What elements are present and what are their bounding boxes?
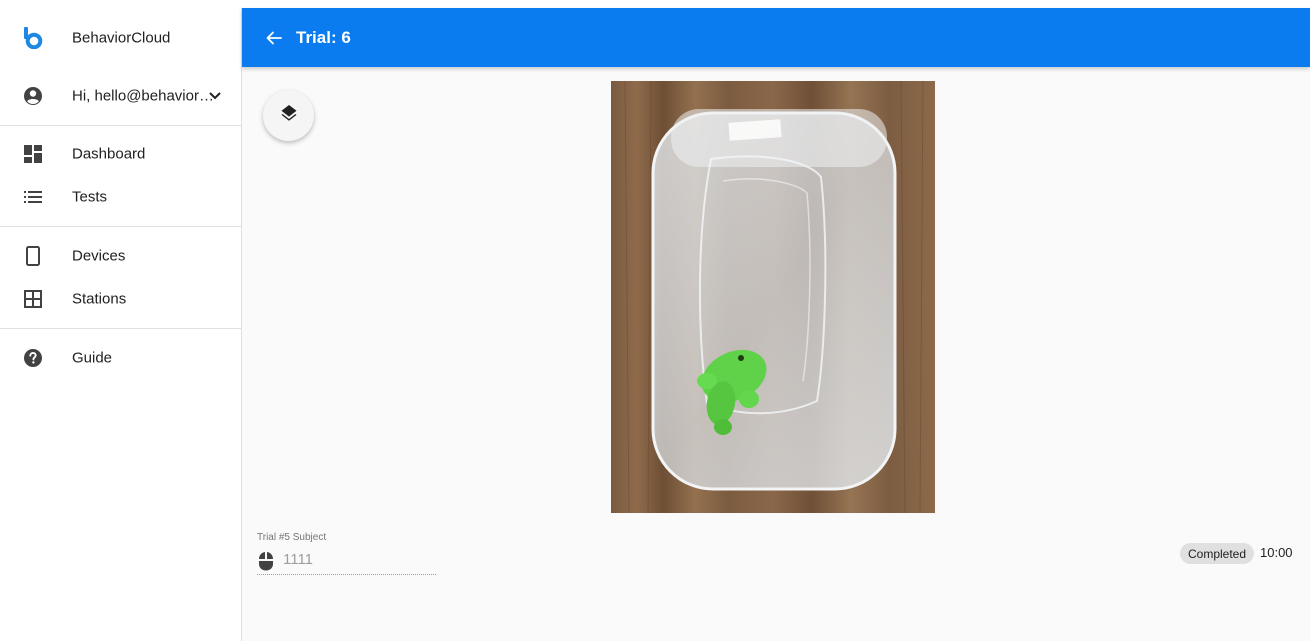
layers-button[interactable] bbox=[263, 90, 314, 141]
behaviorcloud-logo-icon bbox=[23, 27, 43, 49]
subject-field[interactable]: 1111 bbox=[257, 547, 436, 575]
sidebar-app-header[interactable]: BehaviorCloud bbox=[0, 16, 241, 60]
sidebar-divider bbox=[0, 125, 241, 126]
sidebar-item-label: Dashboard bbox=[72, 145, 146, 163]
help-icon bbox=[23, 348, 43, 368]
sidebar-item-tests[interactable]: Tests bbox=[0, 175, 241, 219]
sidebar-divider bbox=[0, 226, 241, 227]
sidebar-item-devices[interactable]: Devices bbox=[0, 234, 241, 278]
page-title: Trial: 6 bbox=[296, 27, 351, 47]
layers-icon bbox=[280, 104, 298, 127]
user-greeting: Hi, hello@behavior… bbox=[72, 87, 214, 105]
trial-duration: 10:00 bbox=[1260, 545, 1293, 560]
subject-field-label: Trial #5 Subject bbox=[257, 532, 327, 543]
dashboard-icon bbox=[23, 144, 43, 164]
window-top-strip bbox=[0, 0, 1310, 8]
back-arrow-icon[interactable] bbox=[262, 26, 286, 50]
sidebar-item-guide[interactable]: Guide bbox=[0, 336, 241, 380]
sidebar-divider bbox=[0, 328, 241, 329]
trial-video-frame[interactable] bbox=[611, 81, 935, 513]
sidebar-item-label: Devices bbox=[72, 247, 126, 265]
user-menu[interactable]: Hi, hello@behavior… bbox=[0, 74, 241, 118]
sidebar: BehaviorCloud Hi, hello@behavior… Dashbo… bbox=[0, 8, 242, 641]
app-name: BehaviorCloud bbox=[72, 29, 171, 47]
sidebar-item-label: Guide bbox=[72, 349, 113, 367]
sidebar-item-label: Stations bbox=[72, 290, 127, 308]
app-bar: Trial: 6 bbox=[242, 8, 1310, 67]
mouse-icon bbox=[258, 551, 274, 576]
tablet-icon bbox=[23, 246, 43, 266]
sidebar-item-dashboard[interactable]: Dashboard bbox=[0, 132, 241, 176]
chevron-down-icon[interactable] bbox=[208, 89, 222, 103]
trial-video-image bbox=[611, 81, 935, 513]
subject-value: 1111 bbox=[283, 551, 314, 568]
sidebar-item-label: Tests bbox=[72, 188, 108, 206]
sidebar-item-stations[interactable]: Stations bbox=[0, 277, 241, 321]
account-circle-icon bbox=[23, 86, 43, 106]
status-badge: Completed bbox=[1180, 543, 1255, 564]
grid-icon bbox=[23, 289, 43, 309]
list-icon bbox=[23, 187, 43, 207]
